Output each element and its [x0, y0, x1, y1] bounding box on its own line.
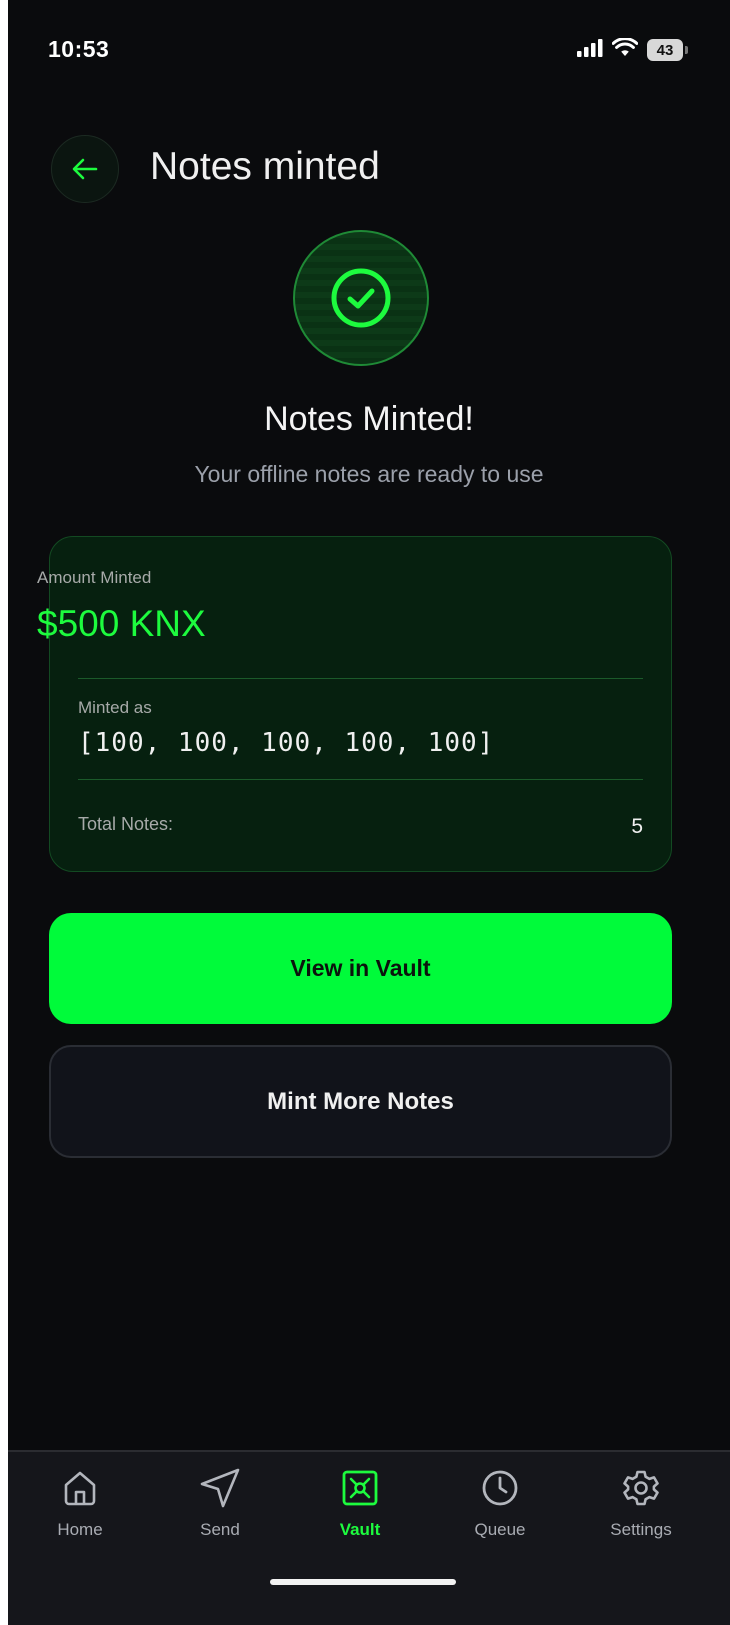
success-badge: [293, 230, 429, 366]
tab-settings[interactable]: Settings: [581, 1466, 701, 1540]
battery-icon: 43: [647, 39, 688, 61]
screen: 10:53 43 Notes minted Notes Minted! Your…: [8, 0, 730, 1625]
minted-as-label: Minted as: [78, 698, 152, 717]
success-headline: Notes Minted!: [264, 400, 474, 438]
home-icon: [64, 1471, 96, 1506]
tab-home[interactable]: Home: [20, 1466, 140, 1540]
mint-more-notes-button[interactable]: Mint More Notes: [49, 1045, 672, 1158]
back-button[interactable]: [51, 135, 119, 203]
minted-as-value: [100, 100, 100, 100, 100]: [78, 728, 495, 758]
total-notes-value: 5: [631, 815, 643, 838]
status-time: 10:53: [48, 36, 110, 62]
gear-icon: [623, 1470, 659, 1506]
total-notes-label: Total Notes:: [78, 814, 174, 834]
tab-vault[interactable]: Vault: [300, 1466, 420, 1540]
tab-send-label: Send: [200, 1520, 240, 1539]
vault-icon: [342, 1470, 378, 1506]
amount-minted-label: Amount Minted: [37, 568, 152, 587]
tab-queue[interactable]: Queue: [440, 1466, 560, 1540]
tab-vault-label: Vault: [339, 1520, 381, 1539]
check-circle-icon: [331, 268, 391, 328]
status-icons: 43: [577, 37, 688, 62]
home-indicator[interactable]: [270, 1579, 456, 1585]
view-in-vault-button[interactable]: View in Vault: [49, 913, 672, 1024]
tab-send[interactable]: Send: [160, 1466, 280, 1540]
status-bar: 10:53 43: [8, 0, 730, 100]
tab-home-label: Home: [57, 1520, 103, 1539]
summary-divider: [78, 678, 643, 679]
send-icon: [200, 1468, 240, 1508]
wifi-icon: [611, 37, 639, 62]
summary-divider: [78, 779, 643, 780]
page-title: Notes minted: [150, 145, 380, 188]
cellular-signal-icon: [577, 38, 603, 62]
amount-minted-value: $500 KNX: [37, 603, 206, 644]
tab-bar: Home Send Vault Queue Settings: [8, 1450, 730, 1625]
tab-queue-label: Queue: [474, 1520, 526, 1539]
arrow-left-icon: [72, 158, 98, 180]
success-subtitle: Your offline notes are ready to use: [194, 461, 544, 487]
tab-settings-label: Settings: [610, 1520, 672, 1539]
clock-icon: [482, 1470, 518, 1506]
battery-level: 43: [647, 39, 683, 61]
